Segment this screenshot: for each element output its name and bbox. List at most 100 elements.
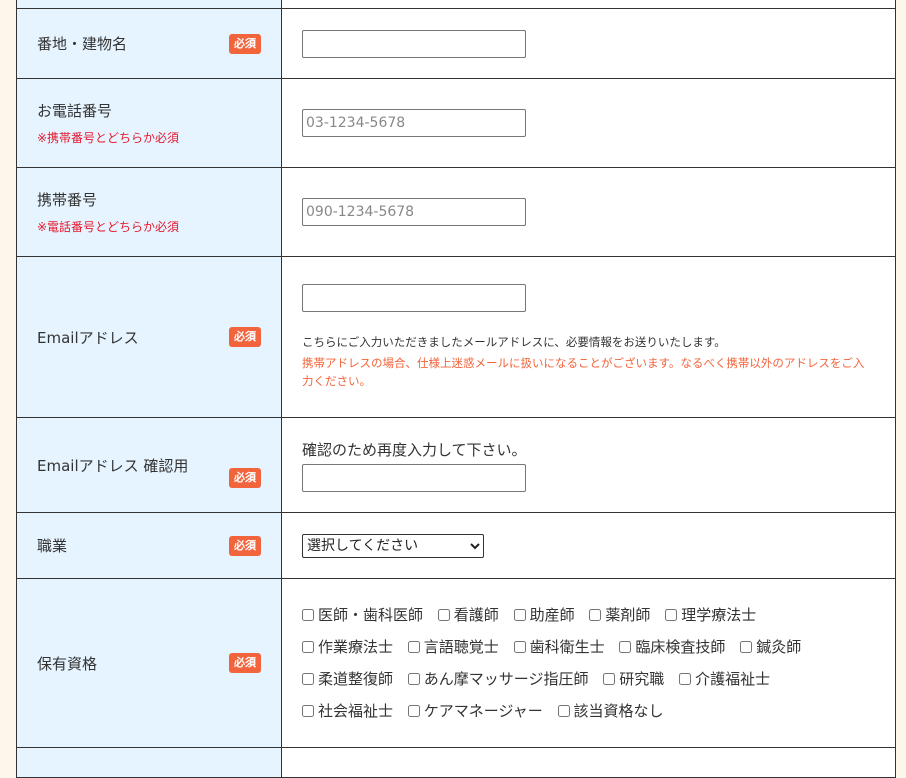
mobile-field-cell — [281, 167, 896, 257]
qualification-option-label: 言語聴覚士 — [423, 638, 499, 656]
qualification-checkbox-list: 医師・歯科医師 看護師 助産師 薬剤師 理学療法士 作業療法士 言語聴覚士 歯科… — [302, 599, 875, 727]
occupation-label: 職業 — [37, 537, 68, 555]
qualification-option-label: 柔道整復師 — [318, 670, 394, 688]
qualification-option-label: 助産師 — [529, 606, 575, 624]
occupation-field-cell: 選択してください — [281, 512, 896, 579]
row-field-cell — [281, 747, 896, 778]
mobile-note: ※電話番号とどちらか必須 — [37, 220, 180, 234]
qualification-option-label: 鍼灸師 — [756, 638, 802, 656]
qualification-option[interactable]: 看護師 — [437, 599, 499, 631]
qualification-option-label: 理学療法士 — [681, 606, 757, 624]
qualification-option[interactable]: 研究職 — [603, 663, 664, 695]
phone-input[interactable] — [302, 109, 526, 137]
qualification-checkbox[interactable] — [407, 705, 420, 717]
qualification-checkbox[interactable] — [407, 673, 420, 685]
qualification-option-label: 医師・歯科医師 — [318, 606, 424, 624]
address-label: 番地・建物名 — [37, 35, 128, 53]
qualification-option-label: 該当資格なし — [573, 702, 664, 720]
qualification-option-label: 臨床検査技師 — [635, 638, 726, 656]
form-row-mobile: 携帯番号 ※電話番号とどちらか必須 — [16, 167, 896, 257]
form-row-address: 番地・建物名 必須 — [16, 8, 896, 79]
email-confirm-field-cell: 確認のため再度入力して下さい。 — [281, 417, 896, 513]
qualification-checkbox[interactable] — [513, 641, 526, 653]
occupation-label-cell: 職業 必須 — [16, 512, 282, 579]
row-field-cell — [281, 0, 896, 9]
qualification-checkbox[interactable] — [557, 705, 570, 717]
qualification-checkbox[interactable] — [302, 705, 314, 717]
mobile-label: 携帯番号 — [37, 191, 98, 209]
occupation-select[interactable]: 選択してください — [302, 533, 484, 558]
qualifications-field-cell: 医師・歯科医師 看護師 助産師 薬剤師 理学療法士 作業療法士 言語聴覚士 歯科… — [281, 578, 896, 748]
qualification-checkbox[interactable] — [665, 609, 678, 621]
qualification-checkbox[interactable] — [589, 609, 602, 621]
qualification-checkbox[interactable] — [603, 673, 616, 685]
required-badge: 必須 — [229, 327, 261, 347]
row-label-cell — [16, 747, 282, 778]
required-badge: 必須 — [229, 653, 261, 673]
form-row-qualifications: 保有資格 必須 医師・歯科医師 看護師 助産師 薬剤師 理学療法士 作業療法士 … — [16, 578, 896, 748]
email-confirm-input[interactable] — [302, 463, 526, 492]
qualification-checkbox[interactable] — [302, 673, 314, 685]
phone-label-cell: お電話番号 ※携帯番号とどちらか必須 — [16, 78, 282, 168]
email-help-text: こちらにご入力いただきましたメールアドレスに、必要情報をお送りいたします。 — [302, 335, 726, 349]
qualification-option[interactable]: 臨床検査技師 — [619, 631, 725, 663]
qualification-checkbox[interactable] — [302, 641, 314, 653]
email-confirm-label-cell: Emailアドレス 確認用 必須 — [16, 417, 282, 513]
qualification-checkbox[interactable] — [302, 609, 314, 621]
mobile-label-cell: 携帯番号 ※電話番号とどちらか必須 — [16, 167, 282, 257]
form-row-partial-bottom — [16, 747, 896, 778]
qualification-checkbox[interactable] — [407, 641, 420, 653]
qualification-option-label: 介護福祉士 — [695, 670, 771, 688]
form-row-phone: お電話番号 ※携帯番号とどちらか必須 — [16, 78, 896, 168]
qualification-option[interactable]: 言語聴覚士 — [407, 631, 499, 663]
qualification-checkbox[interactable] — [619, 641, 632, 653]
qualification-option[interactable]: あん摩マッサージ指圧師 — [407, 663, 589, 695]
qualification-option-label: 研究職 — [619, 670, 665, 688]
email-label: Emailアドレス — [37, 328, 139, 347]
qualification-option[interactable]: 理学療法士 — [665, 599, 756, 631]
form-row-email: Emailアドレス 必須 こちらにご入力いただきましたメールアドレスに、必要情報… — [16, 256, 896, 418]
qualification-checkbox[interactable] — [679, 673, 692, 685]
qualification-option[interactable]: 介護福祉士 — [679, 663, 770, 695]
qualification-option[interactable]: 鍼灸師 — [740, 631, 801, 663]
qualification-checkbox[interactable] — [437, 609, 450, 621]
contact-form-table: 番地・建物名 必須 お電話番号 ※携帯番号とどちらか必須 携帯番号 ※電話番号と… — [16, 0, 896, 778]
qualification-option[interactable]: 柔道整復師 — [302, 663, 393, 695]
qualification-option-label: 作業療法士 — [318, 638, 394, 656]
qualification-option-label: ケアマネージャー — [423, 702, 543, 720]
address-label-cell: 番地・建物名 必須 — [16, 8, 282, 79]
qualification-checkbox[interactable] — [740, 641, 753, 653]
phone-label: お電話番号 — [37, 102, 113, 120]
qualification-checkbox[interactable] — [513, 609, 526, 621]
qualification-option[interactable]: ケアマネージャー — [407, 695, 543, 727]
qualification-option-label: 社会福祉士 — [318, 702, 394, 720]
phone-note: ※携帯番号とどちらか必須 — [37, 131, 180, 145]
qualification-option[interactable]: 医師・歯科医師 — [302, 599, 423, 631]
form-row-partial-top — [16, 0, 896, 9]
qualification-option[interactable]: 助産師 — [513, 599, 575, 631]
form-row-occupation: 職業 必須 選択してください — [16, 512, 896, 579]
email-confirm-label: Emailアドレス 確認用 — [37, 456, 189, 475]
mobile-input[interactable] — [302, 198, 526, 226]
qualification-option-label: 看護師 — [453, 606, 499, 624]
form-row-email-confirm: Emailアドレス 確認用 必須 確認のため再度入力して下さい。 — [16, 417, 896, 513]
email-confirm-note: 確認のため再度入力して下さい。 — [302, 440, 527, 459]
qualification-option[interactable]: 社会福祉士 — [302, 695, 393, 727]
row-label-cell — [16, 0, 282, 9]
qualification-option[interactable]: 該当資格なし — [557, 695, 664, 727]
qualification-option-label: 歯科衛生士 — [529, 638, 605, 656]
qualifications-label-cell: 保有資格 必須 — [16, 578, 282, 748]
phone-field-cell — [281, 78, 896, 168]
address-field-cell — [281, 8, 896, 79]
required-badge: 必須 — [229, 33, 261, 54]
email-label-cell: Emailアドレス 必須 — [16, 256, 282, 418]
qualification-option[interactable]: 歯科衛生士 — [513, 631, 605, 663]
qualifications-label: 保有資格 — [37, 654, 98, 673]
address-input[interactable] — [302, 29, 526, 58]
required-badge: 必須 — [229, 468, 261, 488]
email-input[interactable] — [302, 284, 526, 312]
qualification-option[interactable]: 作業療法士 — [302, 631, 393, 663]
required-badge: 必須 — [229, 535, 261, 556]
qualification-option[interactable]: 薬剤師 — [589, 599, 650, 631]
email-warning-text: 携帯アドレスの場合、仕様上迷惑メールに扱いになることがございます。なるべく携帯以… — [302, 356, 865, 388]
